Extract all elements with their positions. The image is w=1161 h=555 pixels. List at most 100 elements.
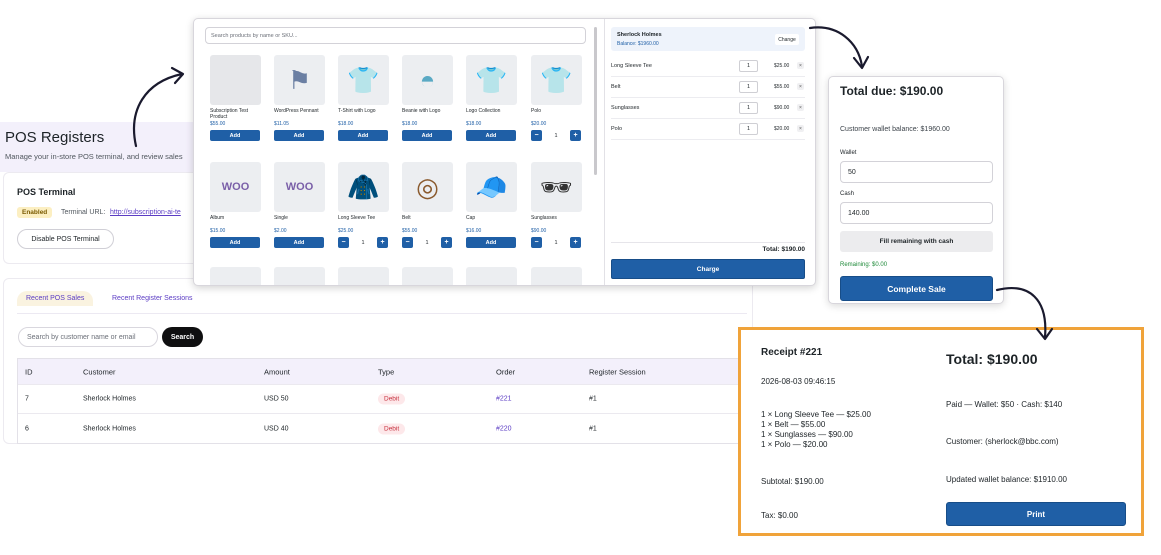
increment-button[interactable]: + — [377, 237, 388, 248]
arrow-pos-to-payment-icon — [808, 26, 864, 68]
cart-item-quantity-input[interactable]: 1 — [739, 60, 758, 72]
product-card[interactable]: ⚑ WordPress Pennant $11.05 Add — [274, 55, 328, 141]
product-name: T-Shirt with Logo — [338, 108, 376, 114]
cell-customer: Sherlock Holmes — [83, 425, 136, 432]
customer-box: Sherlock Holmes Balance: $1960.00 Change — [611, 27, 805, 51]
cart-item-quantity-input[interactable]: 1 — [739, 81, 758, 93]
product-card[interactable]: WOO Album $15.00 Add — [210, 162, 264, 248]
pos-terminal-card — [3, 172, 203, 264]
remove-item-icon[interactable]: × — [797, 83, 804, 90]
receipt-line-item: 1 × Polo — $20.00 — [761, 440, 828, 449]
add-to-cart-button[interactable]: Add — [466, 130, 516, 141]
product-card[interactable]: ◎ Belt $55.00 − 1 + — [402, 162, 456, 248]
remove-item-icon[interactable]: × — [797, 104, 804, 111]
cash-amount-input[interactable]: 140.00 — [840, 202, 993, 224]
cart-total: Total: $190.00 — [762, 246, 805, 253]
order-link[interactable]: #221 — [496, 396, 512, 403]
change-customer-button[interactable]: Change — [775, 34, 799, 45]
quantity-value: 1 — [361, 239, 365, 246]
cart-item-quantity-input[interactable]: 1 — [739, 123, 758, 135]
product-price: $55.00 — [402, 228, 418, 234]
column-header: Customer — [83, 367, 116, 376]
add-to-cart-button[interactable]: Add — [338, 130, 388, 141]
order-link[interactable]: #220 — [496, 425, 512, 432]
product-card[interactable]: Subscription Test Product $55.00 Add — [210, 55, 264, 141]
product-card[interactable]: WOO Single $2.00 Add — [274, 162, 328, 248]
complete-sale-button[interactable]: Complete Sale — [840, 276, 993, 301]
tab-recent-pos-sales[interactable]: Recent POS Sales — [17, 291, 94, 306]
product-card[interactable]: 👕 T-Shirt with Logo $18.00 Add — [338, 55, 392, 141]
product-panel: Search products by name or SKU... Subscr… — [194, 19, 604, 285]
add-to-cart-button[interactable]: Add — [274, 237, 324, 248]
product-price: $90.00 — [531, 228, 547, 234]
decrement-button[interactable]: − — [338, 237, 349, 248]
product-thumbnail-partial — [274, 267, 325, 285]
product-thumbnail-partial — [210, 267, 261, 285]
add-to-cart-button[interactable]: Add — [402, 130, 452, 141]
product-scrollbar[interactable] — [594, 27, 597, 175]
receipt-total: Total: $190.00 — [946, 351, 1038, 367]
quantity-stepper[interactable]: − 1 + — [531, 237, 585, 248]
column-header: Amount — [264, 367, 290, 376]
column-header: ID — [25, 367, 33, 376]
add-to-cart-button[interactable]: Add — [210, 237, 260, 248]
product-card[interactable]: 👕 Polo $20.00 − 1 + — [531, 55, 585, 141]
cash-label: Cash — [840, 191, 855, 197]
receipt-line-item: 1 × Long Sleeve Tee — $25.00 — [761, 410, 871, 419]
debit-badge: Debit — [378, 393, 406, 405]
product-search-input[interactable]: Search products by name or SKU... — [205, 27, 586, 44]
product-card[interactable]: 👕 Logo Collection $18.00 Add — [466, 55, 520, 141]
product-name: Sunglasses — [531, 215, 557, 221]
print-button[interactable]: Print — [946, 502, 1126, 526]
quantity-stepper[interactable]: − 1 + — [531, 130, 585, 141]
increment-button[interactable]: + — [570, 237, 581, 248]
charge-button[interactable]: Charge — [611, 259, 805, 279]
total-due: Total due: $190.00 — [840, 84, 944, 98]
product-card[interactable]: 🧥 Long Sleeve Tee $25.00 − 1 + — [338, 162, 392, 248]
remove-item-icon[interactable]: × — [797, 62, 804, 69]
product-name: Beanie with Logo — [402, 108, 441, 114]
tab-recent-register-sessions[interactable]: Recent Register Sessions — [103, 291, 202, 306]
add-to-cart-button[interactable]: Add — [466, 237, 516, 248]
fill-remaining-with-cash-button[interactable]: Fill remaining with cash — [840, 231, 993, 252]
wallet-amount-input[interactable]: 50 — [840, 161, 993, 183]
quantity-value: 1 — [554, 239, 558, 246]
cart-item-quantity-input[interactable]: 1 — [739, 102, 758, 114]
product-card[interactable]: ◓ Beanie with Logo $18.00 Add — [402, 55, 456, 141]
arrow-admin-to-pos-head-icon — [170, 66, 185, 85]
decrement-button[interactable]: − — [531, 130, 542, 141]
increment-button[interactable]: + — [441, 237, 452, 248]
cart-item: Sunglasses 1 $90.00 × — [611, 99, 805, 119]
cart-panel: Sherlock Holmes Balance: $1960.00 Change… — [605, 19, 815, 285]
terminal-url-link[interactable]: http://subscription-ai-te — [110, 209, 181, 216]
receipt-date: 2026-08-03 09:46:15 — [761, 377, 836, 386]
quantity-value: 1 — [554, 132, 558, 139]
remove-item-icon[interactable]: × — [797, 125, 804, 132]
product-price: $2.00 — [274, 228, 287, 234]
terminal-url-label: Terminal URL: — [61, 209, 106, 216]
search-button[interactable]: Search — [162, 327, 203, 347]
receipt-paid: Paid — Wallet: $50 · Cash: $140 — [946, 400, 1063, 409]
add-to-cart-button[interactable]: Add — [274, 130, 324, 141]
decrement-button[interactable]: − — [531, 237, 542, 248]
product-card[interactable]: 🕶 Sunglasses $90.00 − 1 + — [531, 162, 585, 248]
quantity-stepper[interactable]: − 1 + — [402, 237, 456, 248]
cell-amount: USD 50 — [264, 395, 289, 403]
product-name: Single — [274, 215, 288, 221]
sales-search-input[interactable]: Search by customer name or email — [18, 327, 158, 347]
tshirt-icon: 👕 — [338, 55, 389, 105]
product-card[interactable]: 🧢 Cap $16.00 Add — [466, 162, 520, 248]
cart-total-divider — [611, 242, 805, 243]
product-name: Subscription Test Product — [210, 108, 248, 120]
belt-icon: ◎ — [402, 162, 453, 212]
add-to-cart-button[interactable]: Add — [210, 130, 260, 141]
quantity-stepper[interactable]: − 1 + — [338, 237, 392, 248]
screenshot-stage: POS Registers Manage your in-store POS t… — [0, 0, 1161, 555]
cell-id: 6 — [25, 425, 29, 432]
disable-pos-terminal-button[interactable]: Disable POS Terminal — [17, 229, 114, 249]
decrement-button[interactable]: − — [402, 237, 413, 248]
cart-item-name: Sunglasses — [611, 105, 640, 111]
receipt-line-item: 1 × Belt — $55.00 — [761, 420, 826, 429]
increment-button[interactable]: + — [570, 130, 581, 141]
product-name: Polo — [531, 108, 542, 114]
